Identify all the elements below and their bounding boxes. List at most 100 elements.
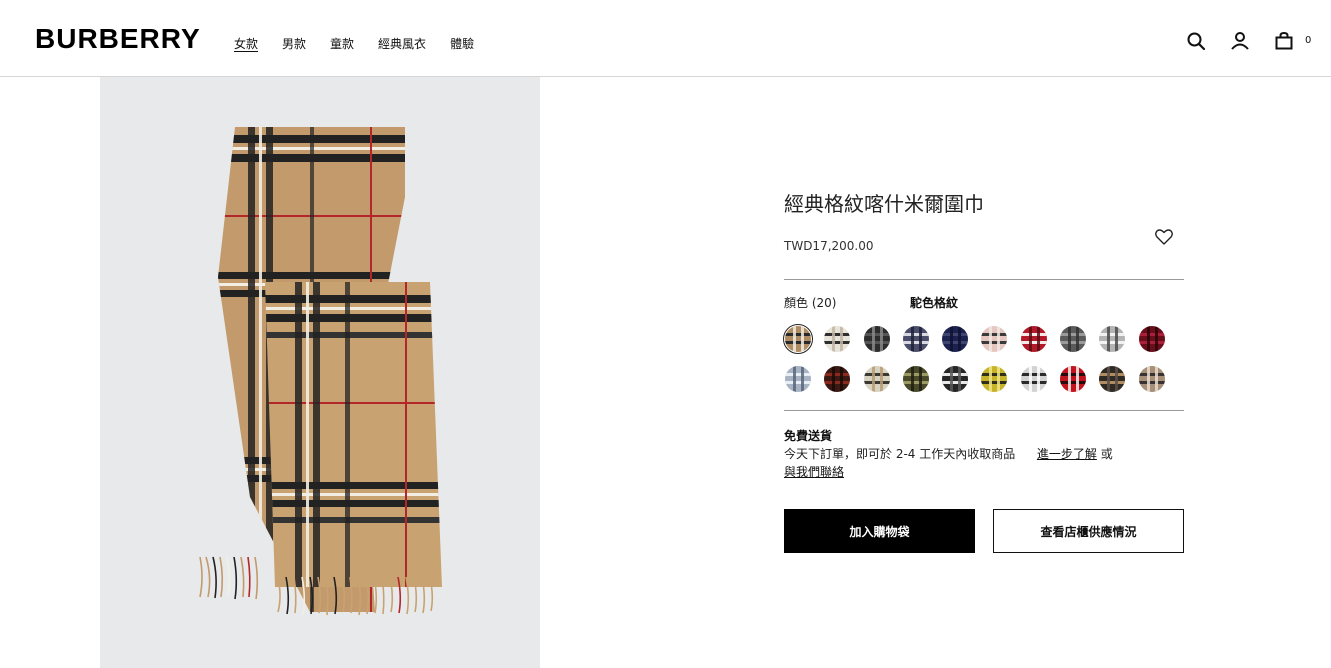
swatch-stripe (1068, 326, 1072, 352)
divider (784, 279, 1184, 280)
color-count-label: 顏色 (20) (784, 296, 837, 310)
delivery-description: 今天下訂單，即可於 2-4 工作天內收取商品 (784, 447, 1016, 461)
swatch-stripe (910, 366, 914, 392)
swatch-stripe (1036, 366, 1040, 392)
swatch-stripe (997, 326, 1001, 352)
add-to-bag-button[interactable]: 加入購物袋 (784, 509, 975, 553)
search-icon[interactable] (1185, 30, 1207, 52)
color-swatch[interactable] (942, 366, 969, 392)
color-swatch[interactable] (824, 326, 851, 352)
swatch-stripe (1060, 341, 1087, 344)
swatch-stripe (958, 366, 962, 392)
swatch-stripe (902, 341, 929, 344)
color-swatches (783, 324, 1184, 392)
swatch-stripe (1146, 326, 1150, 352)
color-swatch[interactable] (902, 326, 929, 352)
learn-more-link[interactable]: 進一步了解 (1037, 447, 1097, 461)
swatch-stripe (793, 326, 796, 352)
swatch-stripe (1138, 333, 1165, 336)
swatch-stripe (981, 333, 1008, 336)
price-row: TWD17,200.00 (784, 229, 1184, 263)
brand-logo[interactable]: BURBERRY (35, 24, 201, 54)
nav-item-children[interactable]: 童款 (330, 36, 354, 52)
swatch-stripe (1115, 326, 1119, 352)
nav-item-trench[interactable]: 經典風衣 (378, 36, 426, 52)
color-swatch[interactable] (863, 366, 890, 392)
swatch-stripe (832, 326, 836, 352)
check-store-availability-button[interactable]: 查看店櫃供應情況 (993, 509, 1184, 553)
swatch-stripe (1036, 326, 1040, 352)
swatch-stripe (1076, 366, 1080, 392)
product-price: TWD17,200.00 (784, 239, 874, 253)
swatch-stripe (1138, 341, 1165, 344)
swatch-stripe (824, 381, 851, 384)
swatch-stripe (824, 341, 851, 344)
swatch-stripe (785, 373, 811, 376)
swatch-stripe (1099, 341, 1126, 344)
swatch-stripe (824, 373, 851, 376)
swatch-stripe (863, 341, 890, 344)
color-swatch[interactable] (942, 326, 969, 352)
site-header: BURBERRY 女款 男款 童款 經典風衣 體驗 0 (0, 0, 1331, 77)
product-title: 經典格紋喀什米爾圍巾 (784, 192, 984, 216)
swatch-stripe (1068, 366, 1072, 392)
heart-icon[interactable] (1154, 227, 1174, 247)
bag-count: 0 (1305, 35, 1312, 46)
swatch-stripe (989, 326, 993, 352)
color-swatch[interactable] (1020, 366, 1047, 392)
delivery-text: 今天下訂單，即可於 2-4 工作天內收取商品 進一步了解 或 與我們聯絡 (784, 445, 1184, 481)
color-swatch[interactable] (902, 366, 929, 392)
color-swatch[interactable] (1060, 366, 1087, 392)
swatch-stripe (950, 366, 954, 392)
color-swatch[interactable] (1060, 326, 1087, 352)
swatch-stripe (1138, 381, 1165, 384)
swatch-stripe (942, 341, 969, 344)
swatch-stripe (1115, 366, 1119, 392)
swatch-stripe (910, 326, 914, 352)
color-swatch[interactable] (981, 366, 1008, 392)
product-image[interactable] (100, 77, 540, 668)
swatch-stripe (871, 366, 875, 392)
swatch-stripe (918, 326, 922, 352)
color-swatch[interactable] (1020, 326, 1047, 352)
swatch-stripe (981, 373, 1008, 376)
color-swatch[interactable] (824, 366, 851, 392)
swatch-stripe (801, 326, 804, 352)
swatch-stripe (832, 366, 836, 392)
swatch-stripe (958, 326, 962, 352)
swatch-stripe (1060, 333, 1087, 336)
bag-icon[interactable] (1273, 30, 1295, 52)
swatch-stripe (902, 333, 929, 336)
color-swatch[interactable] (783, 324, 813, 354)
color-swatch[interactable] (1099, 366, 1126, 392)
swatch-stripe (942, 333, 969, 336)
swatch-stripe (840, 366, 844, 392)
color-swatch[interactable] (863, 326, 890, 352)
swatch-stripe (840, 326, 844, 352)
divider (784, 410, 1184, 411)
swatch-stripe (871, 326, 875, 352)
color-swatch[interactable] (981, 326, 1008, 352)
swatch-stripe (950, 326, 954, 352)
nav-item-experience[interactable]: 體驗 (450, 36, 474, 52)
swatch-stripe (997, 366, 1001, 392)
swatch-stripe (1076, 326, 1080, 352)
color-swatch[interactable] (1138, 326, 1165, 352)
swatch-stripe (1107, 366, 1111, 392)
color-swatch[interactable] (785, 366, 811, 392)
nav-item-men[interactable]: 男款 (282, 36, 306, 52)
swatch-stripe (785, 381, 811, 384)
main-nav: 女款 男款 童款 經典風衣 體驗 (234, 36, 498, 52)
swatch-stripe (879, 326, 883, 352)
nav-item-women[interactable]: 女款 (234, 36, 258, 52)
swatch-stripe (1146, 366, 1150, 392)
account-icon[interactable] (1229, 30, 1251, 52)
contact-us-link[interactable]: 與我們聯絡 (784, 465, 844, 479)
color-swatch[interactable] (1138, 366, 1165, 392)
color-swatch[interactable] (1099, 326, 1126, 352)
swatch-stripe (1028, 366, 1032, 392)
swatch-stripe (863, 373, 890, 376)
delivery-title: 免費送貨 (784, 429, 833, 443)
swatch-stripe (942, 373, 969, 376)
swatch-stripe (989, 366, 993, 392)
